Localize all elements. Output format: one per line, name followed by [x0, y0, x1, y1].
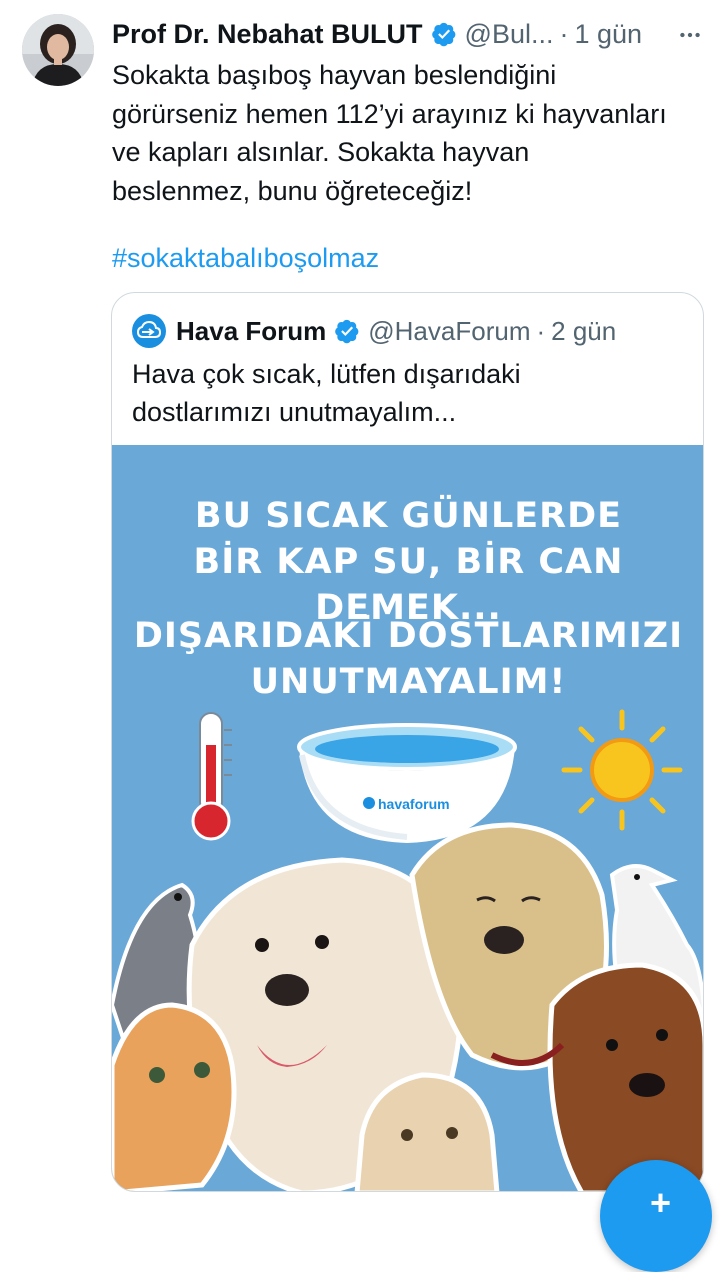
author-name[interactable]: Prof Dr. Nebahat BULUT	[112, 19, 423, 50]
media-illustration: havaforum	[112, 709, 703, 1191]
quote-verified-badge-icon	[335, 319, 359, 344]
avatar-photo	[22, 14, 94, 86]
quote-media-image[interactable]: BU SICAK GÜNLERDE BİR KAP SU, BİR CAN DE…	[112, 445, 703, 1191]
quote-text: Hava çok sıcak, lütfen dışarıdaki dostla…	[132, 359, 521, 427]
quote-handle[interactable]: @HavaForum	[368, 316, 530, 347]
hashtag-link[interactable]: #sokaktabalıboşolmaz	[112, 243, 379, 274]
quote-header: Hava Forum @HavaForum · 2 gün	[132, 311, 616, 351]
more-options-glyph	[680, 32, 700, 38]
quote-time[interactable]: 2 gün	[551, 316, 616, 347]
verified-badge-icon	[431, 22, 455, 47]
quote-author-name[interactable]: Hava Forum	[176, 316, 326, 347]
compose-button[interactable]: +	[600, 1160, 712, 1272]
separator-dot: ·	[559, 18, 569, 49]
cloud-logo-icon	[136, 321, 162, 338]
thermometer-icon	[191, 712, 232, 841]
tweet-time[interactable]: 1 gün	[574, 19, 642, 50]
author-handle[interactable]: @Bul...	[465, 19, 554, 50]
compose-plus-icon: +	[650, 1182, 672, 1223]
tweet-text: Sokakta başıboş hayvan beslendiğini görü…	[112, 60, 667, 206]
avatar[interactable]	[22, 14, 94, 86]
more-options-icon[interactable]	[673, 18, 707, 52]
quoted-tweet[interactable]: Hava Forum @HavaForum · 2 gün Hava çok s…	[111, 292, 704, 1192]
tweet-header: Prof Dr. Nebahat BULUT @Bul... · 1 gün	[112, 14, 707, 54]
quote-separator-dot: ·	[536, 315, 546, 346]
quote-avatar[interactable]	[132, 314, 166, 348]
animals-collage	[112, 822, 703, 1191]
sun-icon	[561, 709, 683, 831]
bowl-brand-label: havaforum	[378, 796, 450, 812]
